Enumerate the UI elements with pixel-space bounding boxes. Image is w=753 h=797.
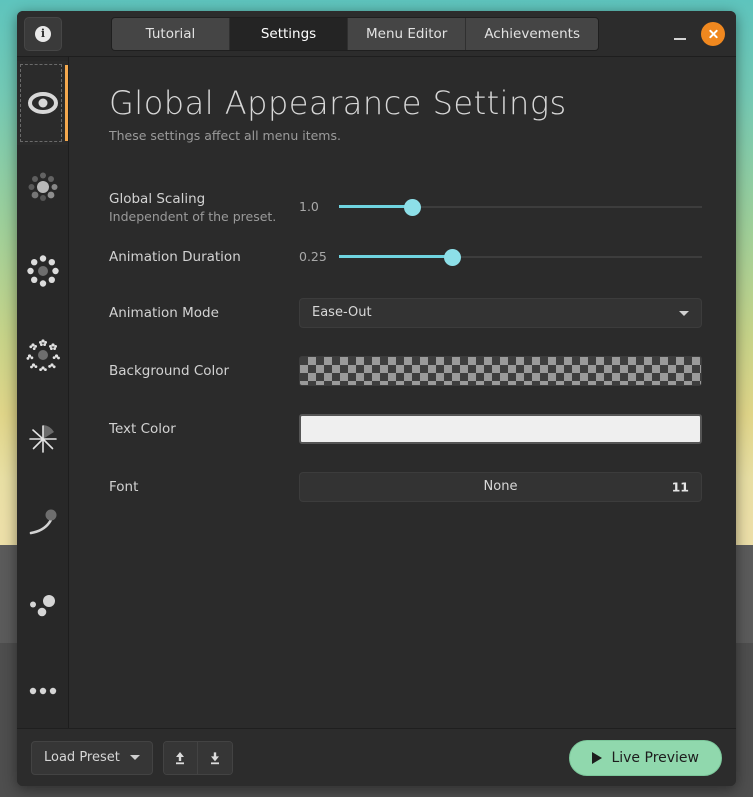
- menu-theme-ring-icon: [23, 251, 63, 291]
- setting-row-animation-mode: Animation Mode Ease-Out: [109, 291, 702, 335]
- info-icon: i: [35, 26, 51, 42]
- slider-value-global-scaling: 1.0: [299, 199, 333, 214]
- control-column: [299, 356, 702, 386]
- setting-row-text-color: Text Color: [109, 407, 702, 451]
- sidebar: [17, 57, 69, 728]
- setting-label-text-color: Text Color: [109, 421, 299, 438]
- setting-row-background-color: Background Color: [109, 349, 702, 393]
- setting-label-animation-mode: Animation Mode: [109, 305, 299, 322]
- play-icon: [592, 752, 602, 764]
- tab-achievements[interactable]: Achievements: [466, 18, 598, 50]
- more-options-icon: [23, 671, 63, 711]
- slider-fill: [339, 205, 412, 208]
- background-color-swatch[interactable]: [299, 356, 702, 386]
- tab-settings[interactable]: Settings: [230, 18, 348, 50]
- settings-list: Global Scaling Independent of the preset…: [109, 185, 702, 509]
- live-preview-label: Live Preview: [611, 750, 699, 766]
- sidebar-item-theme-5[interactable]: [17, 481, 68, 565]
- focus-ring: [20, 64, 62, 142]
- setting-label-animation-duration: Animation Duration: [109, 249, 299, 266]
- setting-row-font: Font None 11: [109, 465, 702, 509]
- control-column: 0.25: [299, 248, 702, 266]
- menu-theme-pie-icon: [23, 419, 63, 459]
- slider-animation-duration[interactable]: [339, 248, 702, 266]
- setting-row-animation-duration: Animation Duration 0.25: [109, 235, 702, 279]
- tab-bar: Tutorial Settings Menu Editor Achievemen…: [111, 17, 599, 51]
- setting-row-global-scaling: Global Scaling Independent of the preset…: [109, 185, 702, 229]
- menu-theme-flower-icon: [23, 335, 63, 375]
- sidebar-item-more[interactable]: [17, 649, 68, 733]
- setting-label-background-color: Background Color: [109, 363, 299, 380]
- setting-sublabel-global-scaling: Independent of the preset.: [109, 209, 299, 224]
- label-column: Text Color: [109, 419, 299, 438]
- animation-mode-value: Ease-Out: [312, 305, 372, 320]
- setting-label-global-scaling: Global Scaling: [109, 191, 299, 208]
- slider-wrap-animation-duration: 0.25: [299, 248, 702, 266]
- tab-tutorial[interactable]: Tutorial: [112, 18, 230, 50]
- sidebar-item-theme-2[interactable]: [17, 229, 68, 313]
- title-bar: i Tutorial Settings Menu Editor Achievem…: [17, 11, 736, 57]
- setting-label-font: Font: [109, 479, 299, 496]
- minimize-icon: [674, 38, 686, 40]
- sidebar-item-theme-6[interactable]: [17, 565, 68, 649]
- minimize-button[interactable]: [669, 23, 691, 45]
- sidebar-item-theme-3[interactable]: [17, 313, 68, 397]
- control-column: Ease-Out: [299, 298, 702, 328]
- chevron-down-icon: [679, 311, 689, 316]
- sidebar-item-theme-1[interactable]: [17, 145, 68, 229]
- label-column: Animation Mode: [109, 303, 299, 322]
- settings-panel: Global Appearance Settings These setting…: [69, 57, 736, 728]
- application-window: i Tutorial Settings Menu Editor Achievem…: [17, 11, 736, 786]
- live-preview-button[interactable]: Live Preview: [569, 740, 722, 776]
- close-icon: [708, 28, 719, 39]
- slider-global-scaling[interactable]: [339, 198, 702, 216]
- slider-wrap-global-scaling: 1.0: [299, 198, 702, 216]
- window-body: Global Appearance Settings These setting…: [17, 57, 736, 728]
- font-family-value: None: [484, 479, 518, 494]
- slider-value-animation-duration: 0.25: [299, 249, 333, 264]
- label-column: Font: [109, 477, 299, 496]
- slider-fill: [339, 255, 452, 258]
- menu-theme-dot-icon: [23, 167, 63, 207]
- upload-icon: [171, 749, 189, 767]
- preset-io-group: [163, 741, 233, 775]
- page-subtitle: These settings affect all menu items.: [109, 128, 702, 143]
- label-column: Animation Duration: [109, 247, 299, 266]
- info-button[interactable]: i: [24, 17, 62, 51]
- footer-toolbar: Load Preset: [17, 728, 736, 786]
- export-preset-button[interactable]: [198, 742, 232, 774]
- download-icon: [206, 749, 224, 767]
- page-title: Global Appearance Settings: [109, 85, 702, 122]
- menu-theme-stroke-icon: [23, 503, 63, 543]
- slider-handle[interactable]: [444, 249, 461, 266]
- import-preset-button[interactable]: [164, 742, 198, 774]
- sidebar-item-general-appearance[interactable]: [17, 61, 68, 145]
- load-preset-button[interactable]: Load Preset: [31, 741, 153, 775]
- text-color-swatch[interactable]: [299, 414, 702, 444]
- control-column: [299, 414, 702, 444]
- tab-menu-editor[interactable]: Menu Editor: [348, 18, 466, 50]
- chevron-down-icon: [130, 755, 140, 760]
- control-column: 1.0: [299, 198, 702, 216]
- slider-handle[interactable]: [404, 199, 421, 216]
- font-size-value: 11: [672, 479, 689, 494]
- window-controls: [669, 22, 729, 46]
- load-preset-label: Load Preset: [44, 750, 120, 765]
- font-field[interactable]: None 11: [299, 472, 702, 502]
- sidebar-item-theme-4[interactable]: [17, 397, 68, 481]
- label-column: Global Scaling Independent of the preset…: [109, 189, 299, 224]
- control-column: None 11: [299, 472, 702, 502]
- label-column: Background Color: [109, 361, 299, 380]
- menu-theme-bubbles-icon: [23, 587, 63, 627]
- desktop-background: i Tutorial Settings Menu Editor Achievem…: [0, 0, 753, 797]
- close-button[interactable]: [701, 22, 725, 46]
- animation-mode-select[interactable]: Ease-Out: [299, 298, 702, 328]
